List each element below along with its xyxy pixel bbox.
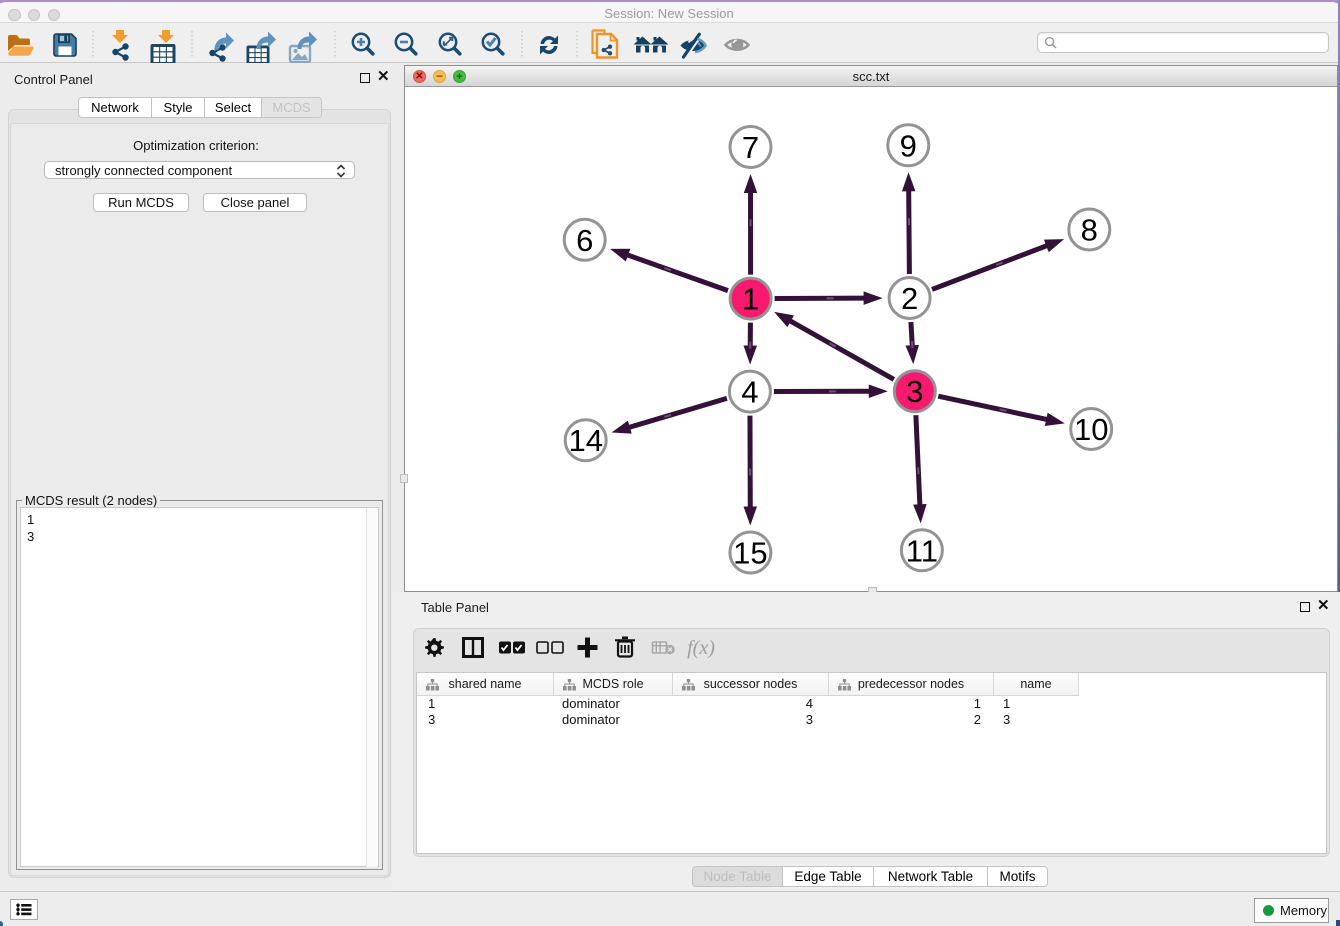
- svg-text:11: 11: [906, 533, 938, 568]
- svg-text:f(x): f(x): [687, 637, 715, 659]
- svg-text:6: 6: [576, 223, 593, 258]
- svg-text:1: 1: [742, 282, 759, 317]
- svg-text:2: 2: [901, 281, 918, 316]
- svg-text:14: 14: [568, 423, 602, 458]
- svg-text:8: 8: [1081, 213, 1098, 248]
- svg-text:15: 15: [733, 536, 767, 571]
- svg-text:4: 4: [741, 375, 758, 410]
- svg-text:9: 9: [900, 128, 917, 163]
- svg-text:10: 10: [1074, 412, 1108, 447]
- svg-text:7: 7: [742, 130, 759, 165]
- svg-text:3: 3: [906, 374, 923, 409]
